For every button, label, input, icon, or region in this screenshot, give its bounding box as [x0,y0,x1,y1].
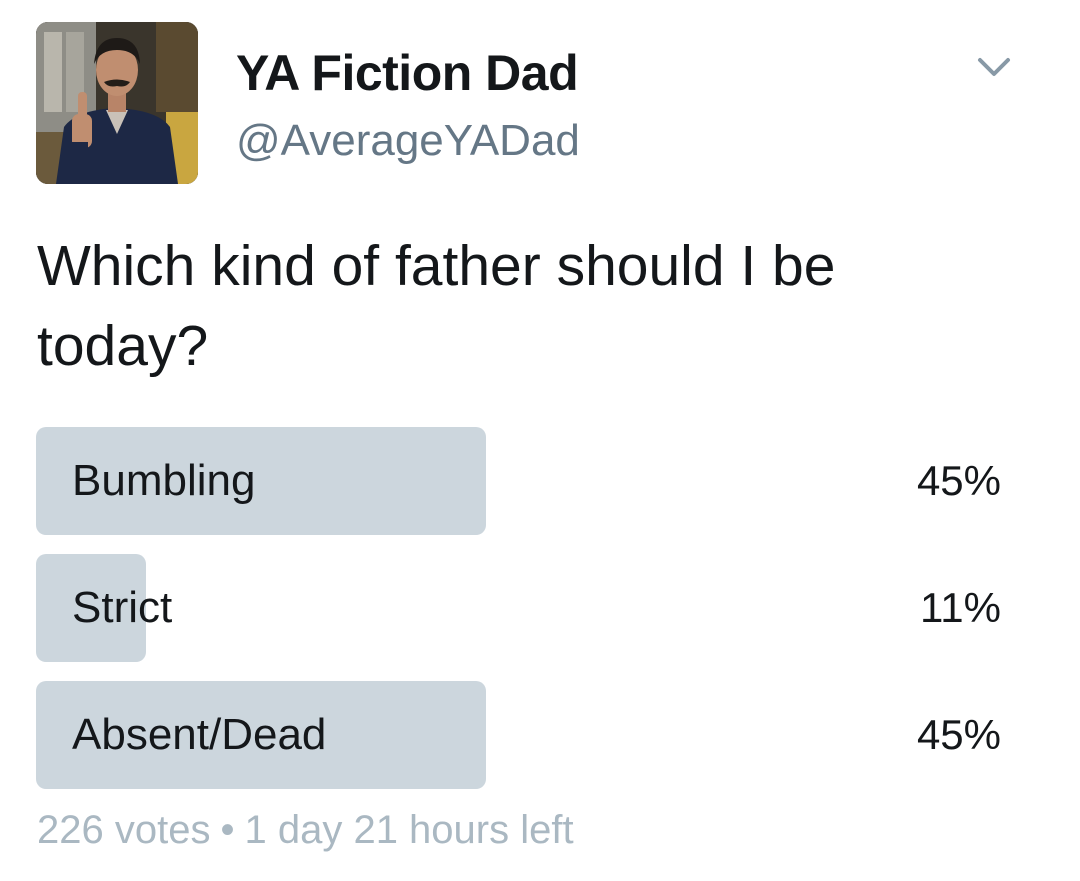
tweet-text: Which kind of father should I be today? [37,234,836,378]
avatar[interactable] [36,22,198,184]
poll-option-percent: 45% [916,711,1001,758]
profile-photo [36,22,198,184]
display-name[interactable]: YA Fiction Dad [236,44,579,102]
time-left: 1 day 21 hours left [244,808,574,852]
vote-count: 226 votes [37,808,211,852]
poll-meta: 226 votes • 1 day 21 hours left [37,808,574,853]
poll-option-percent: 45% [916,457,1001,504]
poll-option-absent-dead[interactable]: Absent/Dead 45% [36,681,1001,789]
poll-option-bumbling[interactable]: Bumbling 45% [36,427,1001,535]
poll-option-label: Strict [72,583,173,632]
poll: Bumbling 45% Strict 11% Absent/Dead 45% [36,427,1001,808]
poll-option-label: Absent/Dead [72,710,327,759]
separator-dot: • [220,808,235,852]
user-handle[interactable]: @AverageYADad [236,116,580,166]
poll-option-strict[interactable]: Strict 11% [36,554,1001,662]
poll-option-percent: 11% [920,584,1001,631]
chevron-down-icon[interactable] [974,52,1014,82]
poll-option-label: Bumbling [72,456,256,505]
